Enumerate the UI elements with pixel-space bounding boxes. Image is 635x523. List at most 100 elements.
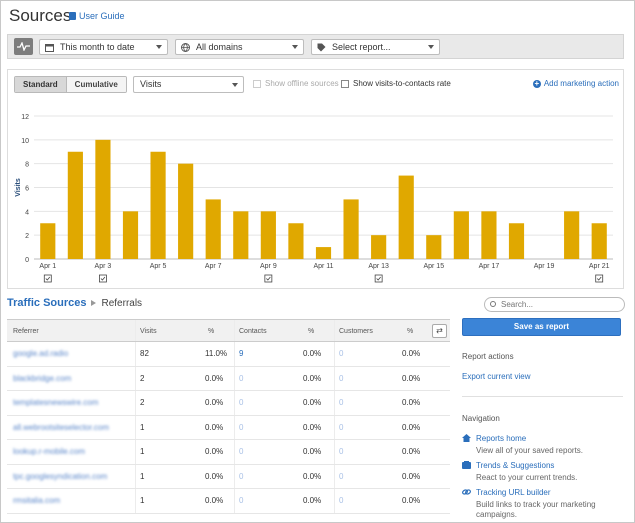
bar-apr-12 <box>343 199 359 259</box>
col-divider <box>135 320 136 341</box>
table-row: lookup.r-mobile.com 1 0.0% 0 0.0% 0 0.0% <box>7 440 450 465</box>
bar-apr-1 <box>40 223 56 259</box>
cell-visits-wrap: 82 <box>140 342 149 366</box>
cell-referrer[interactable]: templatesnewswire.com <box>13 398 98 407</box>
table-row: blackbridge.com 2 0.0% 0 0.0% 0 0.0% <box>7 366 450 391</box>
cell-visits: 2 <box>140 398 145 408</box>
cell-customers-pct: 0.0% <box>402 398 421 408</box>
col-divider <box>135 489 136 513</box>
y-tick-label: 10 <box>21 138 29 145</box>
bar-apr-15 <box>426 235 442 259</box>
pulse-toggle-button[interactable] <box>14 38 33 55</box>
event-marker-icon <box>43 274 52 283</box>
date-range-select[interactable]: This month to date <box>39 39 168 55</box>
cell-customers: 0 <box>339 471 344 481</box>
cell-referrer[interactable]: tpc.googlesyndication.com <box>13 472 107 481</box>
cell-referrer[interactable]: google.ad.radio <box>13 349 68 358</box>
cell-visits-wrap: 2 <box>140 367 144 391</box>
cell-customers-pct-wrap: 0.0% <box>402 465 420 489</box>
cell-referrer[interactable]: lookup.r-mobile.com <box>13 447 85 456</box>
save-as-report-button[interactable]: Save as report <box>462 318 621 336</box>
cell-contacts-wrap: 0 <box>239 391 243 415</box>
cell-contacts[interactable]: 0 <box>239 496 243 505</box>
cell-visits: 1 <box>140 422 145 432</box>
cell-contacts-pct: 0.0% <box>303 447 322 457</box>
cell-contacts[interactable]: 0 <box>239 423 243 432</box>
y-tick-label: 0 <box>25 257 29 264</box>
x-tick-label: Apr 21 <box>589 263 610 270</box>
cell-contacts-pct: 0.0% <box>303 422 322 432</box>
breadcrumb-arrow-icon <box>91 300 97 306</box>
cell-referrer-wrap: templatesnewswire.com <box>13 391 98 415</box>
bar-apr-17 <box>481 211 497 259</box>
user-guide-link[interactable]: User Guide <box>69 11 125 21</box>
report-select[interactable]: Select report... <box>311 39 440 55</box>
cell-customers-pct: 0.0% <box>402 496 421 506</box>
cell-referrer[interactable]: blackbridge.com <box>13 374 71 383</box>
search-input[interactable] <box>484 297 625 312</box>
cell-referrer-wrap: rmsitalia.com <box>13 489 60 513</box>
cell-customers: 0 <box>339 422 344 432</box>
nav-tracking-url-builder[interactable]: Tracking URL builder <box>476 488 551 497</box>
export-current-view-link[interactable]: Export current view <box>462 372 530 381</box>
cell-visits-pct-wrap: 11.0% <box>205 342 227 366</box>
filter-toolbar: This month to date All domains Select re… <box>7 34 624 59</box>
report-actions-heading: Report actions <box>462 352 514 361</box>
cell-customers-pct-wrap: 0.0% <box>402 367 420 391</box>
bar-apr-9 <box>260 211 276 259</box>
col-divider <box>234 464 235 488</box>
x-tick-label: Apr 3 <box>95 263 112 270</box>
col-visits-pct[interactable]: % <box>208 320 214 342</box>
domain-select[interactable]: All domains <box>175 39 304 55</box>
cell-referrer-wrap: google.ad.radio <box>13 342 68 366</box>
cell-contacts[interactable]: 0 <box>239 472 243 481</box>
cell-referrer[interactable]: rmsitalia.com <box>13 496 60 505</box>
x-tick-label: Apr 1 <box>39 263 56 270</box>
cell-visits-pct-wrap: 0.0% <box>205 440 223 464</box>
col-divider <box>135 391 136 415</box>
col-divider <box>234 415 235 439</box>
breadcrumb-current: Referrals <box>101 297 143 309</box>
cell-contacts[interactable]: 0 <box>239 374 243 383</box>
cell-customers-pct-wrap: 0.0% <box>402 489 420 513</box>
cell-referrer-wrap: blackbridge.com <box>13 367 71 391</box>
event-marker-icon <box>595 274 604 283</box>
x-tick-label: Apr 17 <box>479 263 500 270</box>
col-contacts[interactable]: Contacts <box>239 320 267 342</box>
cell-contacts[interactable]: 0 <box>239 447 243 456</box>
cell-customers-pct-wrap: 0.0% <box>402 342 420 366</box>
col-customers-pct[interactable]: % <box>407 320 413 342</box>
cell-visits-pct: 0.0% <box>205 471 224 481</box>
nav-trends-suggestions[interactable]: Trends & Suggestions <box>476 461 554 470</box>
cell-customers-wrap: 0 <box>339 342 343 366</box>
col-customers[interactable]: Customers <box>339 320 373 342</box>
chevron-down-icon <box>156 45 162 49</box>
nav-reports-home[interactable]: Reports home <box>476 434 526 443</box>
col-contacts-pct[interactable]: % <box>308 320 314 342</box>
cell-visits-pct: 11.0% <box>205 349 228 359</box>
cell-contacts-pct-wrap: 0.0% <box>303 342 321 366</box>
col-referrer[interactable]: Referrer <box>13 320 39 342</box>
swap-columns-button[interactable]: ⇄ <box>432 324 447 338</box>
cell-visits-wrap: 1 <box>140 416 144 440</box>
breadcrumb-traffic-sources[interactable]: Traffic Sources <box>7 297 86 309</box>
cell-customers-pct: 0.0% <box>402 447 421 457</box>
cell-contacts[interactable]: 0 <box>239 398 243 407</box>
cell-visits-wrap: 1 <box>140 440 144 464</box>
cell-customers-pct: 0.0% <box>402 349 421 359</box>
cell-customers-pct-wrap: 0.0% <box>402 391 420 415</box>
bar-apr-5 <box>150 151 166 259</box>
bar-apr-21 <box>591 223 607 259</box>
cell-customers-pct-wrap: 0.0% <box>402 416 420 440</box>
bar-apr-4 <box>122 211 139 259</box>
bar-apr-6 <box>178 163 194 259</box>
cell-referrer[interactable]: all.webrootsiteselector.com <box>13 423 109 432</box>
x-tick-label: Apr 9 <box>260 263 277 270</box>
cell-customers: 0 <box>339 496 344 506</box>
sidebar-divider <box>462 396 623 397</box>
cell-contacts[interactable]: 9 <box>239 349 243 358</box>
cell-customers: 0 <box>339 447 344 457</box>
col-visits[interactable]: Visits <box>140 320 157 342</box>
cell-contacts-pct-wrap: 0.0% <box>303 440 321 464</box>
cell-contacts-pct: 0.0% <box>303 496 322 506</box>
